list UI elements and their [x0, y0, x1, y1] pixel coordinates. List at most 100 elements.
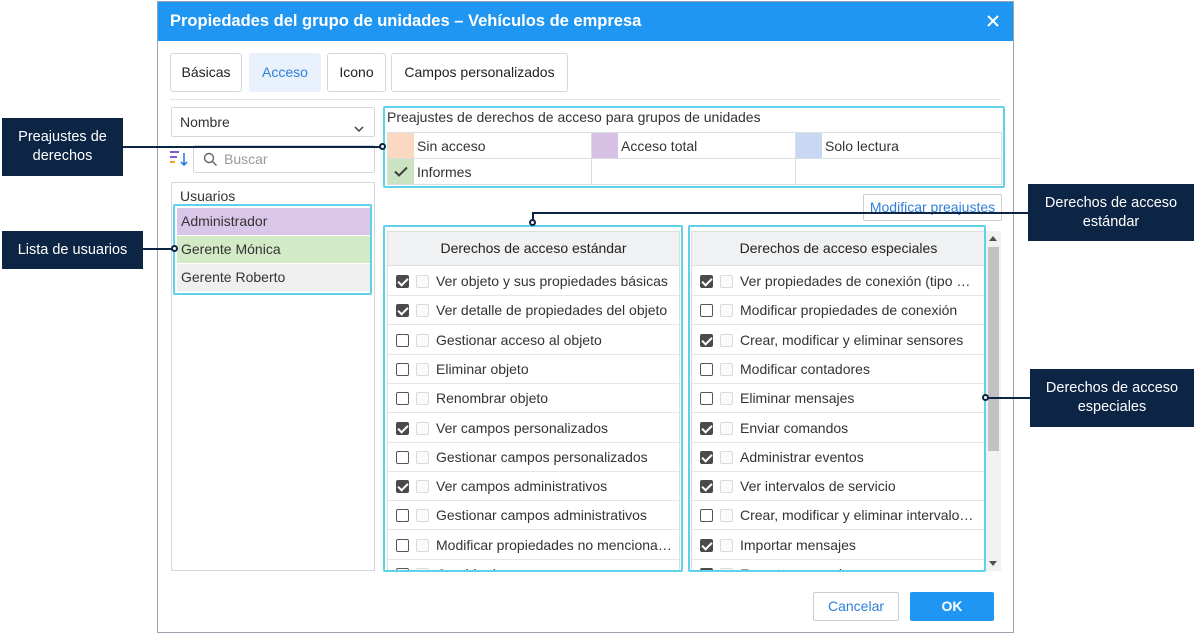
manage-checkbox[interactable] [720, 450, 733, 464]
preset-cell[interactable]: Solo lectura [796, 133, 1001, 159]
grant-checkbox[interactable] [700, 304, 713, 318]
manage-checkbox[interactable] [720, 568, 733, 570]
grant-checkbox[interactable] [396, 362, 409, 376]
manage-checkbox[interactable] [416, 480, 429, 494]
rights-row[interactable]: Enviar comandos [692, 414, 985, 443]
rights-row[interactable]: Ver intervalos de servicio [692, 472, 985, 502]
grant-checkbox[interactable] [700, 538, 713, 552]
preset-swatch [592, 133, 618, 158]
preset-cell[interactable]: Informes [388, 159, 592, 185]
grant-checkbox[interactable] [396, 509, 409, 523]
grant-checkbox[interactable] [396, 392, 409, 406]
rights-label: Administrar eventos [740, 448, 864, 465]
rights-row[interactable]: Importar mensajes [692, 531, 985, 560]
manage-checkbox[interactable] [416, 568, 429, 570]
grant-checkbox[interactable] [700, 392, 713, 406]
grant-checkbox[interactable] [700, 421, 713, 435]
grant-checkbox[interactable] [396, 333, 409, 347]
rights-row[interactable]: Crear, modificar y eliminar intervalos d… [692, 501, 985, 531]
rights-row[interactable]: Renombrar objeto [388, 384, 679, 414]
tab-basicas[interactable]: Básicas [170, 53, 242, 92]
manage-checkbox[interactable] [720, 362, 733, 376]
preset-label: Acceso total [621, 138, 698, 154]
grant-checkbox[interactable] [396, 480, 409, 494]
rights-row[interactable]: Modificar propiedades de conexión [692, 296, 985, 326]
ok-button[interactable]: OK [910, 592, 994, 621]
manage-checkbox[interactable] [416, 538, 429, 552]
rights-row[interactable]: Gestionar campos administrativos [388, 501, 679, 531]
manage-checkbox[interactable] [720, 421, 733, 435]
manage-checkbox[interactable] [416, 304, 429, 318]
special-rights-header: Derechos de acceso especiales [692, 232, 985, 266]
grant-checkbox[interactable] [700, 362, 713, 376]
manage-checkbox[interactable] [416, 362, 429, 376]
manage-checkbox[interactable] [416, 333, 429, 347]
rights-row[interactable]: Ver campos administrativos [388, 472, 679, 502]
scroll-down-icon[interactable] [989, 561, 997, 566]
rights-scrollbar[interactable] [986, 231, 1001, 571]
rights-row[interactable]: Eliminar objeto [388, 355, 679, 384]
grant-checkbox[interactable] [396, 568, 409, 570]
rights-row[interactable]: Crear, modificar y eliminar sensores [692, 326, 985, 355]
user-item[interactable]: Gerente Roberto [177, 264, 370, 291]
manage-checkbox[interactable] [720, 304, 733, 318]
grant-checkbox[interactable] [396, 450, 409, 464]
grant-checkbox[interactable] [396, 538, 409, 552]
scroll-up-icon[interactable] [989, 236, 997, 241]
manage-checkbox[interactable] [416, 450, 429, 464]
manage-checkbox[interactable] [720, 333, 733, 347]
rights-row[interactable]: Ver objeto y sus propiedades básicas [388, 267, 679, 296]
grant-checkbox[interactable] [700, 480, 713, 494]
rights-row[interactable]: Gestionar campos personalizados [388, 443, 679, 472]
callout-special-leader [987, 397, 1030, 399]
grant-checkbox[interactable] [700, 275, 713, 288]
search-input[interactable]: Buscar [193, 145, 375, 173]
manage-checkbox[interactable] [416, 421, 429, 435]
manage-checkbox[interactable] [720, 275, 733, 288]
manage-checkbox[interactable] [720, 392, 733, 406]
rights-row[interactable]: Ver detalle de propiedades del objeto [388, 296, 679, 326]
user-item[interactable]: Administrador [177, 208, 370, 235]
manage-checkbox[interactable] [720, 538, 733, 552]
user-item[interactable]: Gerente Mónica [177, 236, 370, 263]
rights-row[interactable]: Exportar mensajes [692, 560, 985, 570]
preset-cell[interactable]: Sin acceso [388, 133, 592, 159]
manage-checkbox[interactable] [416, 509, 429, 523]
manage-checkbox[interactable] [416, 392, 429, 406]
manage-checkbox[interactable] [416, 275, 429, 288]
rights-row[interactable]: Cambiar icono [388, 560, 679, 570]
grant-checkbox[interactable] [700, 333, 713, 347]
rights-row[interactable]: Administrar eventos [692, 443, 985, 472]
standard-rights-table: Derechos de acceso estándar Ver objeto y… [387, 231, 680, 571]
grant-checkbox[interactable] [396, 304, 409, 318]
grant-checkbox[interactable] [700, 568, 713, 570]
tab-acceso[interactable]: Acceso [249, 53, 321, 92]
cancel-button[interactable]: Cancelar [813, 592, 899, 621]
tab-icono[interactable]: Icono [327, 53, 386, 92]
rights-row[interactable]: Eliminar mensajes [692, 384, 985, 414]
grant-checkbox[interactable] [700, 509, 713, 523]
rights-label: Ver campos personalizados [436, 419, 608, 436]
sort-order-icon[interactable] [170, 150, 190, 168]
rights-row[interactable]: Ver propiedades de conexión (tipo de dis… [692, 267, 985, 296]
search-icon [203, 152, 218, 172]
grant-checkbox[interactable] [396, 275, 409, 288]
rights-row[interactable]: Modificar propiedades no mencionadas [388, 531, 679, 560]
sort-select[interactable]: Nombre [171, 107, 375, 137]
manage-checkbox[interactable] [720, 509, 733, 523]
close-icon[interactable] [983, 11, 1003, 31]
rights-label: Modificar propiedades no mencionadas [436, 536, 674, 553]
rights-label: Gestionar acceso al objeto [436, 331, 602, 348]
tab-campos-personalizados[interactable]: Campos personalizados [391, 53, 568, 92]
preset-cell-empty [796, 159, 1001, 185]
rights-row[interactable]: Modificar contadores [692, 355, 985, 384]
modify-presets-button[interactable]: Modificar preajustes [863, 194, 1002, 221]
rights-row[interactable]: Gestionar acceso al objeto [388, 326, 679, 355]
grant-checkbox[interactable] [396, 421, 409, 435]
grant-checkbox[interactable] [700, 450, 713, 464]
manage-checkbox[interactable] [720, 480, 733, 494]
rights-label: Eliminar objeto [436, 360, 529, 377]
preset-cell[interactable]: Acceso total [592, 133, 796, 159]
rights-row[interactable]: Ver campos personalizados [388, 414, 679, 443]
scrollbar-thumb[interactable] [988, 247, 999, 451]
